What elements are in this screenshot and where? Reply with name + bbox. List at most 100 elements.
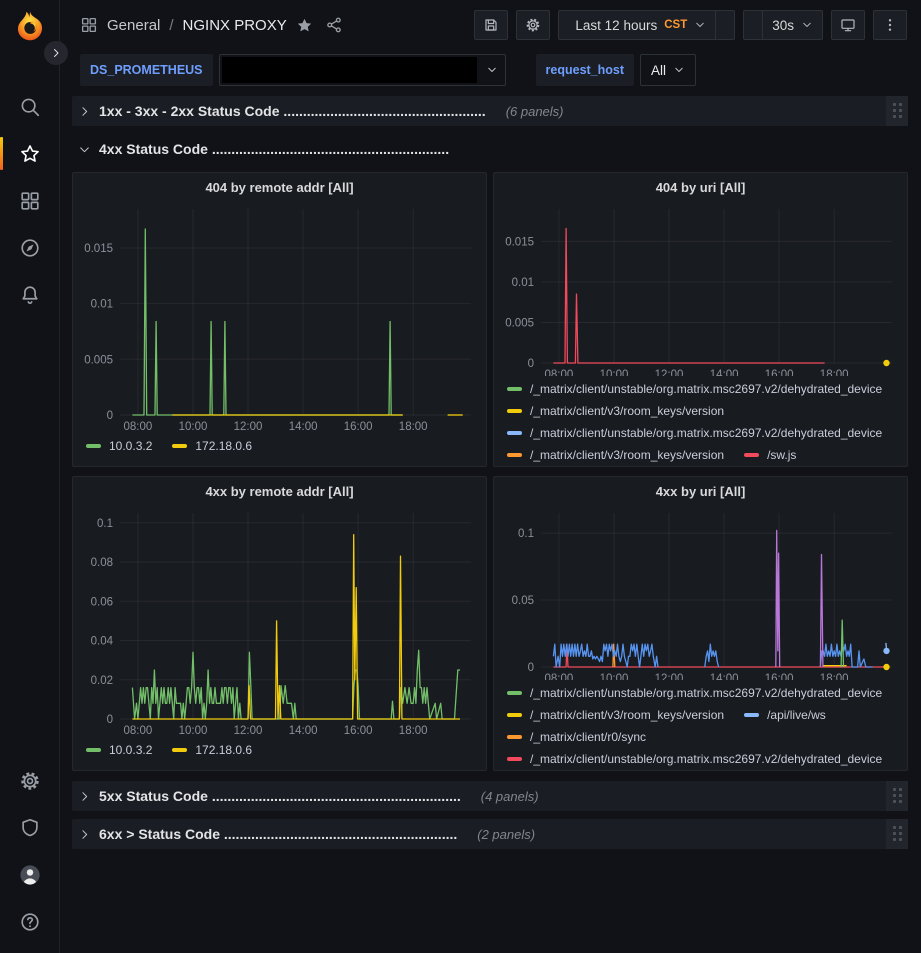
panel-title[interactable]: 404 by uri [All] <box>501 173 900 201</box>
time-range-picker[interactable]: Last 12 hours CST <box>559 11 715 39</box>
svg-text:08:00: 08:00 <box>545 673 574 680</box>
row-drag-handle[interactable] <box>886 781 908 811</box>
timeseries-plot[interactable]: 00.020.040.060.080.108:0010:0012:0014:00… <box>80 505 479 737</box>
timeseries-plot[interactable]: 00.0050.010.01508:0010:0012:0014:0016:00… <box>501 201 900 376</box>
legend-swatch-icon <box>744 713 759 717</box>
sidebar-item-search[interactable] <box>0 83 59 130</box>
svg-text:0.005: 0.005 <box>84 354 113 366</box>
zoom-out-button[interactable] <box>715 11 734 39</box>
timeseries-plot[interactable]: 00.050.108:0010:0012:0014:0016:0018:00 <box>501 505 900 680</box>
variable-label-ds-prometheus[interactable]: DS_PROMETHEUS <box>80 54 213 86</box>
svg-text:0.05: 0.05 <box>512 595 534 607</box>
legend-swatch-icon <box>507 387 522 391</box>
legend-item[interactable]: /api/live/ws <box>744 708 826 722</box>
legend-swatch-icon <box>507 691 522 695</box>
svg-text:12:00: 12:00 <box>655 673 684 680</box>
legend-label: /sw.js <box>767 448 796 462</box>
legend-label: /_matrix/client/unstable/org.matrix.msc2… <box>530 752 882 766</box>
svg-text:0.02: 0.02 <box>91 675 113 687</box>
redacted-value <box>222 57 477 83</box>
svg-text:10:00: 10:00 <box>600 673 629 680</box>
refresh-interval-picker[interactable]: 30s <box>762 11 822 39</box>
legend-item[interactable]: /_matrix/client/v3/room_keys/version <box>507 404 724 418</box>
legend-item[interactable]: /_matrix/client/unstable/org.matrix.msc2… <box>507 752 882 766</box>
timezone-label: CST <box>664 19 687 31</box>
breadcrumb-separator: / <box>169 17 173 34</box>
sidebar-item-starred[interactable] <box>0 130 59 177</box>
refresh-button[interactable] <box>744 11 762 39</box>
legend-item[interactable]: /_matrix/client/r0/sync <box>507 730 646 744</box>
timeseries-plot[interactable]: 00.0050.010.01508:0010:0012:0014:0016:00… <box>80 201 479 433</box>
row-4xx-status-code[interactable]: 4xx Status Code ........................… <box>72 134 908 164</box>
legend-item[interactable]: /_matrix/client/unstable/org.matrix.msc2… <box>507 382 882 396</box>
row-6xx-status-code[interactable]: 6xx > Status Code ......................… <box>72 819 908 849</box>
favorite-star-icon[interactable] <box>296 17 313 34</box>
more-options-button[interactable] <box>873 10 907 40</box>
dashboards-grid-icon[interactable] <box>80 16 98 34</box>
legend-swatch-icon <box>507 431 522 435</box>
sidebar-item-help[interactable] <box>0 898 59 945</box>
question-icon <box>19 911 41 933</box>
legend-item[interactable]: 10.0.3.2 <box>86 743 152 757</box>
row-5xx-status-code[interactable]: 5xx Status Code ........................… <box>72 781 908 811</box>
legend-item[interactable]: /_matrix/client/v3/room_keys/version <box>507 708 724 722</box>
legend-item[interactable]: /_matrix/client/unstable/org.matrix.msc2… <box>507 426 882 440</box>
row-drag-handle[interactable] <box>886 819 908 849</box>
share-icon[interactable] <box>325 16 343 34</box>
page-title[interactable]: NGINX PROXY <box>183 17 287 34</box>
sidebar-item-alerting[interactable] <box>0 271 59 318</box>
save-dashboard-button[interactable] <box>474 10 508 40</box>
row-1xx-3xx-2xx-status-code[interactable]: 1xx - 3xx - 2xx Status Code ............… <box>72 96 908 126</box>
svg-text:12:00: 12:00 <box>234 725 263 737</box>
sidebar-item-server-admin[interactable] <box>0 804 59 851</box>
legend-item[interactable]: /_matrix/client/unstable/org.matrix.msc2… <box>507 686 882 700</box>
legend-swatch-icon <box>172 748 187 752</box>
row-title: 5xx Status Code ........................… <box>99 788 461 804</box>
row-panel-count: (2 panels) <box>477 827 535 842</box>
svg-text:0.005: 0.005 <box>505 318 534 330</box>
legend-label: 10.0.3.2 <box>109 743 152 757</box>
legend-swatch-icon <box>86 748 101 752</box>
legend-item[interactable]: 172.18.0.6 <box>172 743 252 757</box>
star-icon <box>19 143 41 165</box>
svg-text:14:00: 14:00 <box>289 421 318 433</box>
panel-title[interactable]: 4xx by uri [All] <box>501 477 900 505</box>
panel-title[interactable]: 4xx by remote addr [All] <box>80 477 479 505</box>
svg-text:0.08: 0.08 <box>91 557 113 569</box>
svg-text:08:00: 08:00 <box>545 369 574 376</box>
legend-item[interactable]: 10.0.3.2 <box>86 439 152 453</box>
breadcrumb: General / NGINX PROXY <box>80 16 343 34</box>
variable-label-request-host[interactable]: request_host <box>536 54 635 86</box>
svg-text:18:00: 18:00 <box>820 369 849 376</box>
legend-item[interactable]: /sw.js <box>744 448 796 462</box>
svg-text:18:00: 18:00 <box>820 673 849 680</box>
svg-text:12:00: 12:00 <box>234 421 263 433</box>
chevron-down-icon <box>486 64 498 76</box>
svg-text:0.015: 0.015 <box>84 243 113 255</box>
svg-text:0: 0 <box>107 410 113 422</box>
grafana-logo[interactable] <box>13 9 47 43</box>
row-drag-handle[interactable] <box>886 96 908 126</box>
legend-item[interactable]: 172.18.0.6 <box>172 439 252 453</box>
sidebar-item-explore[interactable] <box>0 224 59 271</box>
svg-text:16:00: 16:00 <box>344 725 373 737</box>
row-expand-icon <box>78 828 91 841</box>
breadcrumb-folder[interactable]: General <box>107 17 160 34</box>
tv-mode-button[interactable] <box>831 10 865 40</box>
monitor-icon <box>840 17 856 33</box>
gear-icon <box>525 17 541 33</box>
svg-text:0: 0 <box>528 358 534 370</box>
sidebar-expand-button[interactable] <box>44 41 68 65</box>
sidebar-item-dashboards[interactable] <box>0 177 59 224</box>
panel-title[interactable]: 404 by remote addr [All] <box>80 173 479 201</box>
row-title: 6xx > Status Code ......................… <box>99 826 457 842</box>
chevron-right-icon <box>50 47 62 59</box>
variable-select-ds-prometheus[interactable] <box>219 54 506 86</box>
row-expand-icon <box>78 790 91 803</box>
legend-item[interactable]: /_matrix/client/v3/room_keys/version <box>507 448 724 462</box>
legend-swatch-icon <box>507 409 522 413</box>
sidebar-item-configuration[interactable] <box>0 757 59 804</box>
sidebar-item-profile[interactable] <box>0 851 59 898</box>
variable-select-request-host[interactable]: All <box>640 54 696 86</box>
dashboard-settings-button[interactable] <box>516 10 550 40</box>
